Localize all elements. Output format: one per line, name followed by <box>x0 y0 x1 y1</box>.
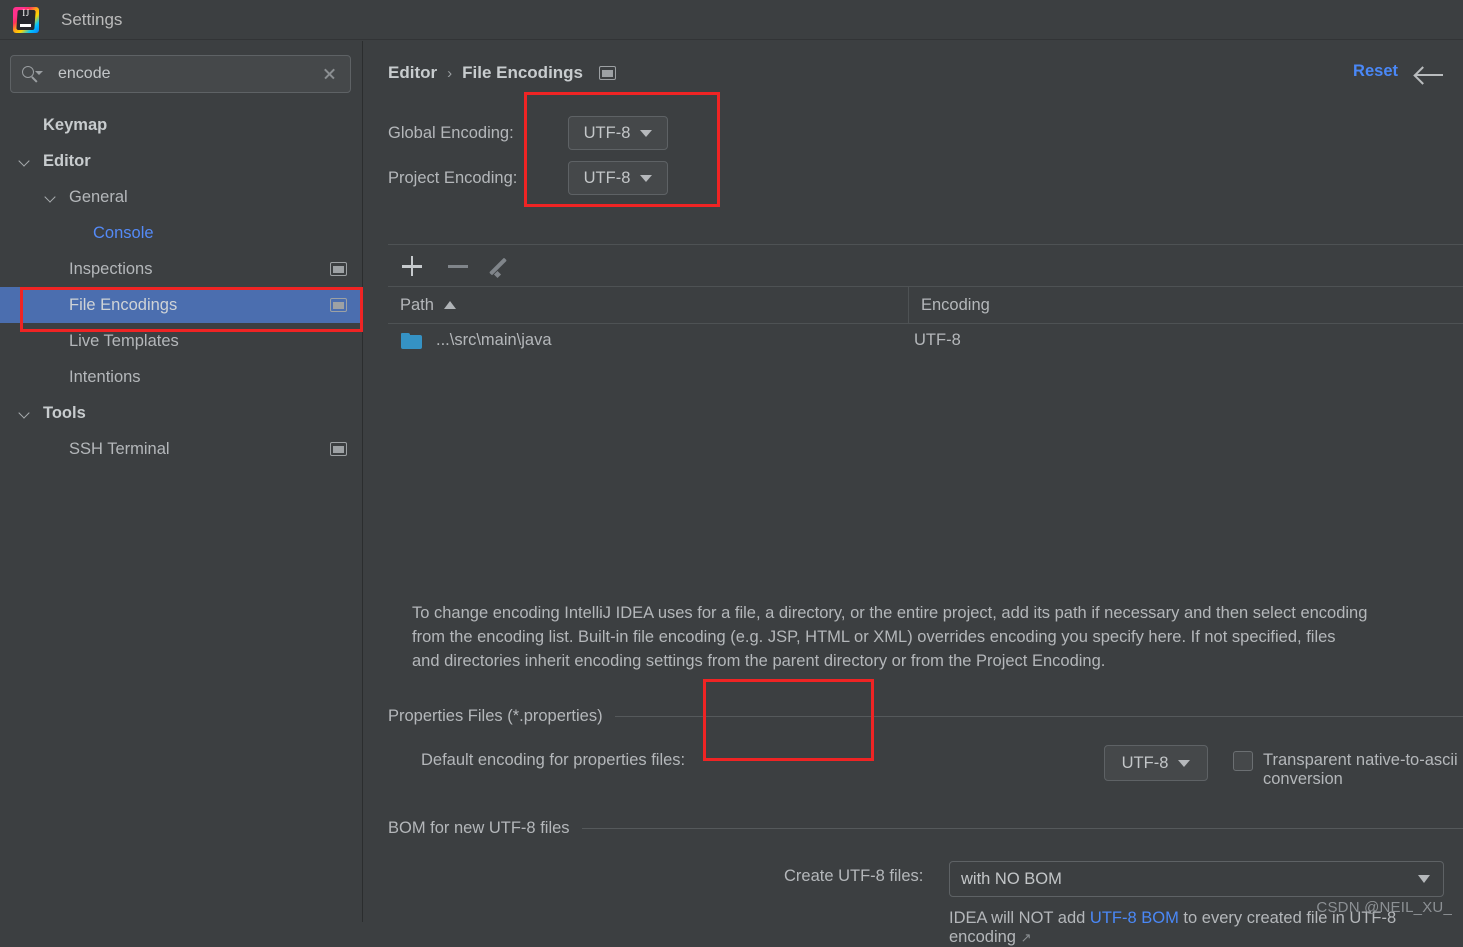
sidebar-item-ssh-terminal[interactable]: SSH Terminal <box>0 431 363 467</box>
sidebar-item-label: Keymap <box>43 115 108 134</box>
sidebar-item-intentions[interactable]: Intentions <box>0 359 363 395</box>
bom-group-title: BOM for new UTF-8 files <box>388 819 570 837</box>
column-header-encoding-label: Encoding <box>921 295 990 314</box>
breadcrumb-root[interactable]: Editor <box>388 63 437 83</box>
sidebar-item-inspections[interactable]: Inspections <box>0 251 363 287</box>
chevron-down-icon[interactable] <box>17 153 33 169</box>
properties-group-title: Properties Files (*.properties) <box>388 707 603 725</box>
close-icon[interactable] <box>314 59 344 89</box>
table-toolbar <box>388 244 1463 287</box>
chevron-down-icon <box>1178 759 1191 767</box>
plus-icon[interactable] <box>388 244 435 287</box>
encodings-table-body: ...\src\main\java UTF-8 <box>388 324 1463 590</box>
create-utf8-files-combo[interactable]: with NO BOM <box>949 861 1444 897</box>
intellij-idea-logo-icon: IJ <box>13 6 39 33</box>
sidebar-item-label: Inspections <box>69 259 153 278</box>
global-encoding-value: UTF-8 <box>583 123 631 142</box>
settings-sidebar: Keymap Editor General Console Inspections Fil… <box>0 41 363 922</box>
watermark: CSDN @NEIL_XU_ <box>1316 899 1452 916</box>
search-input[interactable] <box>56 64 314 84</box>
project-encoding-combo[interactable]: UTF-8 <box>568 161 668 195</box>
arrow-left-icon[interactable] <box>1413 63 1445 87</box>
sidebar-item-label: File Encodings <box>69 295 178 314</box>
chevron-down-icon <box>640 129 653 137</box>
search-field[interactable] <box>10 55 351 93</box>
settings-main-panel: Editor › File Encodings Reset Global Enc… <box>364 41 1463 946</box>
utf8-bom-link[interactable]: UTF-8 BOM <box>1090 909 1179 927</box>
default-properties-encoding-combo[interactable]: UTF-8 <box>1104 745 1208 781</box>
column-header-path-label: Path <box>400 295 434 314</box>
breadcrumb: Editor › File Encodings <box>388 63 617 83</box>
sidebar-item-keymap[interactable]: Keymap <box>0 107 363 143</box>
sidebar-item-general[interactable]: General <box>0 179 363 215</box>
external-link-icon[interactable]: ↗ <box>1021 930 1032 945</box>
settings-tree: Keymap Editor General Console Inspections Fil… <box>0 107 363 467</box>
sidebar-item-editor[interactable]: Editor <box>0 143 363 179</box>
transparent-native-to-ascii-checkbox[interactable] <box>1233 751 1253 771</box>
transparent-native-to-ascii-label: Transparent native-to-ascii conversion <box>1263 751 1458 788</box>
table-row[interactable]: ...\src\main\java UTF-8 <box>388 324 1463 357</box>
minus-icon[interactable] <box>435 244 482 287</box>
settings-page-icon <box>330 262 347 276</box>
sidebar-item-label: Live Templates <box>69 331 179 350</box>
sidebar-item-label: Intentions <box>69 367 141 386</box>
breadcrumb-separator: › <box>447 64 453 82</box>
sidebar-item-live-templates[interactable]: Live Templates <box>0 323 363 359</box>
sidebar-item-label: General <box>69 187 128 206</box>
search-icon <box>22 64 44 84</box>
settings-page-icon <box>330 442 347 456</box>
group-divider <box>614 716 1463 717</box>
sidebar-item-label: Console <box>93 223 154 242</box>
reset-button[interactable]: Reset <box>1353 62 1398 81</box>
sidebar-item-label: Editor <box>43 151 91 170</box>
chevron-down-icon <box>1418 875 1430 883</box>
folder-icon <box>401 332 422 349</box>
window-title-bar: IJ Settings <box>0 0 1463 40</box>
global-encoding-row: Global Encoding: UTF-8 <box>388 116 668 150</box>
create-utf8-files-value: with NO BOM <box>961 869 1062 888</box>
sort-ascending-icon <box>443 301 456 309</box>
column-header-encoding[interactable]: Encoding <box>909 287 1463 323</box>
encodings-table-header: Path Encoding <box>388 287 1463 324</box>
column-header-path[interactable]: Path <box>388 287 909 323</box>
default-properties-encoding-label: Default encoding for properties files: <box>421 751 686 769</box>
project-encoding-row: Project Encoding: UTF-8 <box>388 161 668 195</box>
project-encoding-value: UTF-8 <box>583 168 631 187</box>
pencil-icon[interactable] <box>482 244 529 287</box>
sidebar-item-label: SSH Terminal <box>69 439 170 458</box>
chevron-down-icon[interactable] <box>17 405 33 421</box>
sidebar-item-label: Tools <box>43 403 86 422</box>
group-divider <box>581 828 1463 829</box>
global-encoding-combo[interactable]: UTF-8 <box>568 116 668 150</box>
table-cell-path: ...\src\main\java <box>436 331 552 349</box>
project-encoding-label: Project Encoding: <box>388 168 518 187</box>
properties-group-header: Properties Files (*.properties) <box>388 707 1463 726</box>
chevron-down-icon[interactable] <box>43 189 59 205</box>
sidebar-item-file-encodings[interactable]: File Encodings <box>0 287 363 323</box>
breadcrumb-leaf: File Encodings <box>462 63 584 82</box>
description-text: To change encoding IntelliJ IDEA uses fo… <box>412 604 1368 670</box>
chevron-down-icon <box>640 174 653 182</box>
default-properties-encoding-value: UTF-8 <box>1121 753 1169 772</box>
sidebar-item-console[interactable]: Console <box>0 215 363 251</box>
global-encoding-label: Global Encoding: <box>388 123 514 142</box>
window-title: Settings <box>61 9 123 29</box>
settings-page-icon <box>330 298 347 312</box>
table-cell-encoding: UTF-8 <box>914 331 961 349</box>
create-utf8-files-label: Create UTF-8 files: <box>784 867 924 885</box>
bom-hint-prefix: IDEA will NOT add <box>949 909 1090 927</box>
sidebar-item-tools[interactable]: Tools <box>0 395 363 431</box>
bom-group-header: BOM for new UTF-8 files <box>388 819 1463 838</box>
settings-page-icon <box>599 66 617 80</box>
